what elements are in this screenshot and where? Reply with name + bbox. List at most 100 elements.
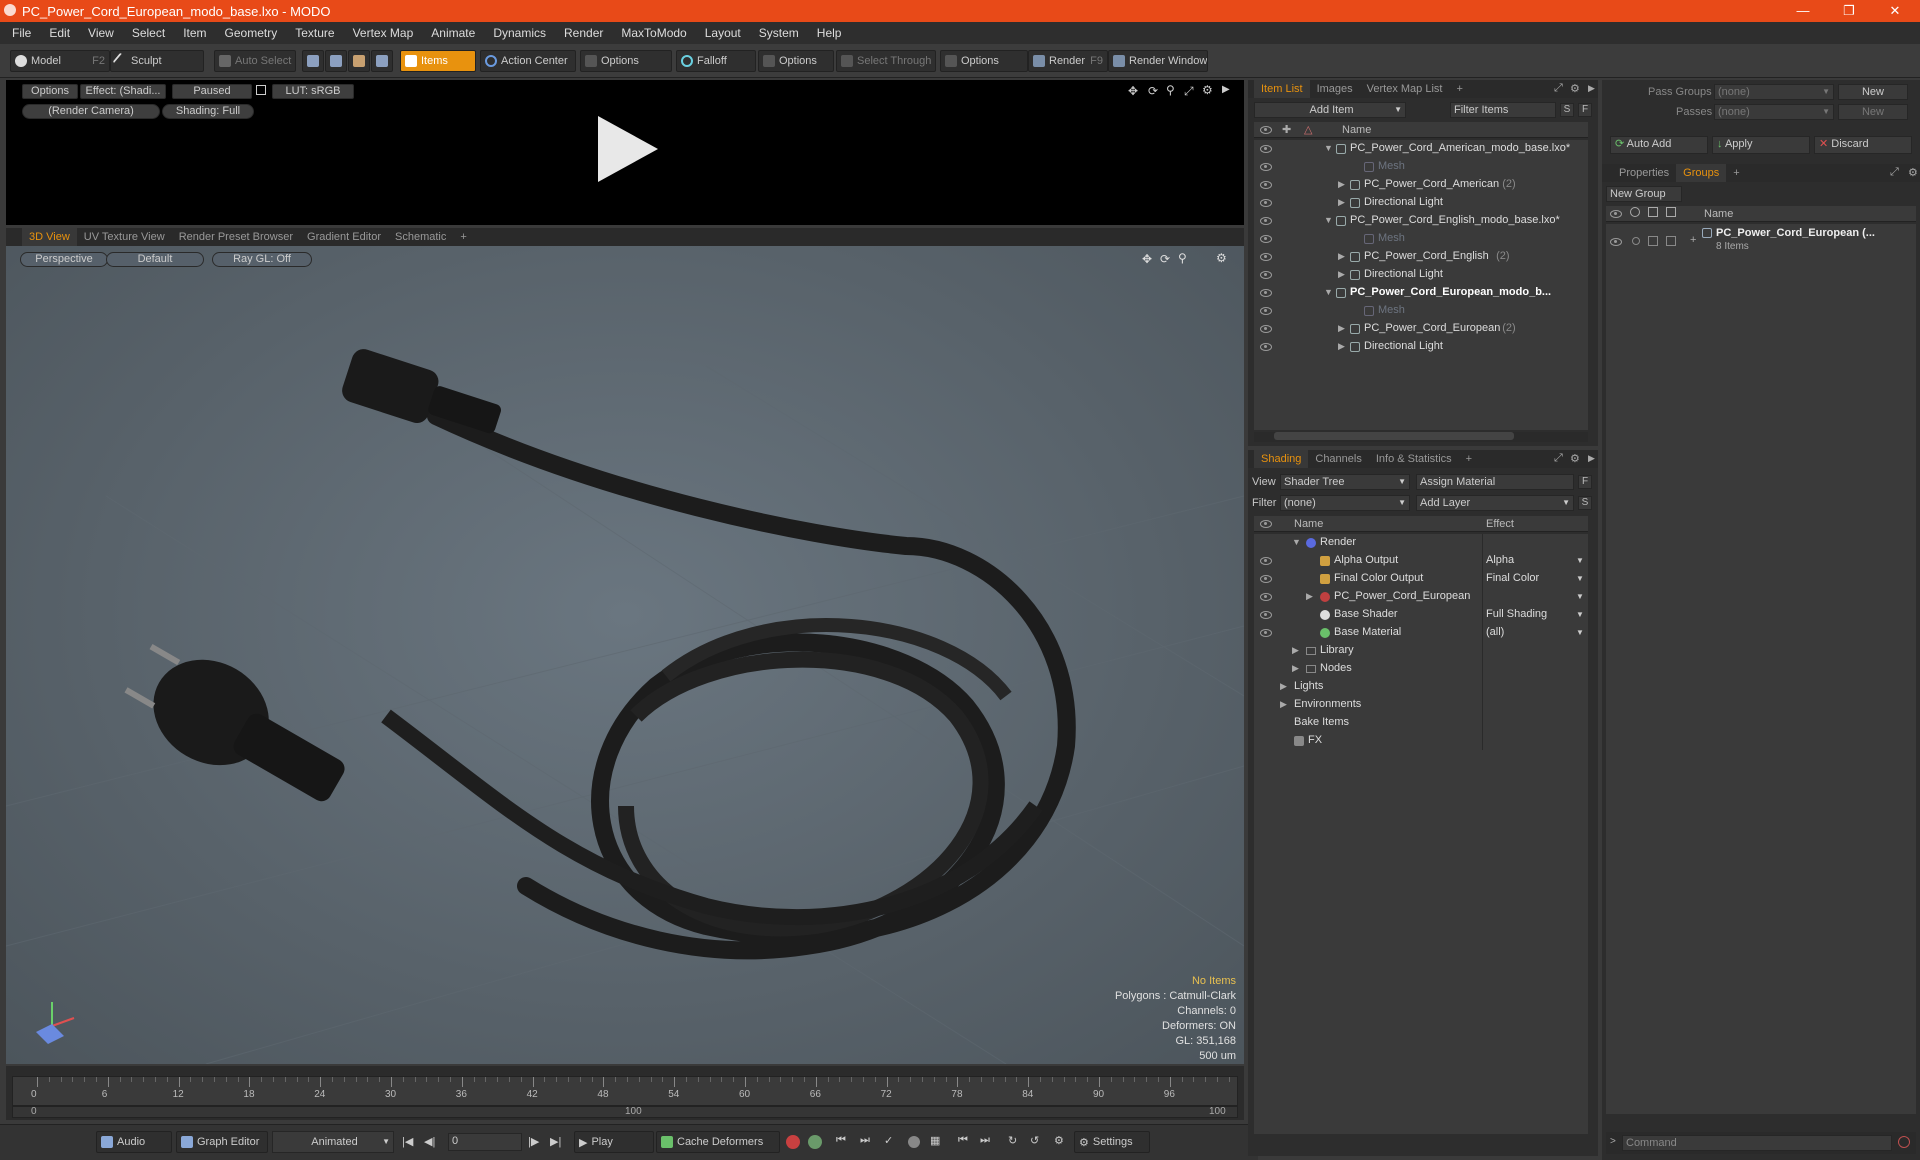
- key-next-icon[interactable]: ⏭: [980, 1134, 990, 1147]
- expand-arrow-icon[interactable]: ▶: [1292, 645, 1299, 656]
- item-list-row[interactable]: ▶ PC_Power_Cord_English (2): [1254, 248, 1588, 266]
- chevron-down-icon[interactable]: ▼: [1576, 628, 1584, 637]
- visibility-toggle-icon[interactable]: [1260, 271, 1272, 279]
- item-list-row[interactable]: ▶ PC_Power_Cord_European (2): [1254, 320, 1588, 338]
- menu-item[interactable]: Item: [174, 26, 215, 40]
- material-select-button[interactable]: [371, 50, 393, 72]
- collapse-arrow-icon[interactable]: ▼: [1292, 537, 1301, 547]
- expand-arrow-icon[interactable]: ▶: [1338, 197, 1345, 208]
- item-list-row[interactable]: ▼ PC_Power_Cord_American_modo_base.lxo*: [1254, 140, 1588, 158]
- tab-channels[interactable]: Channels: [1308, 450, 1368, 468]
- timeline-range-bar[interactable]: 0 100 100: [12, 1106, 1238, 1118]
- new-group-button[interactable]: New Group: [1606, 186, 1682, 202]
- collapse-arrow-icon[interactable]: ▼: [1324, 143, 1333, 153]
- filter-items-input[interactable]: Filter Items: [1450, 102, 1556, 118]
- visibility-toggle-icon[interactable]: [1260, 217, 1272, 225]
- close-icon[interactable]: ✕: [1872, 0, 1918, 22]
- render-window-button[interactable]: Render Window: [1108, 50, 1208, 72]
- filter-dropdown[interactable]: (none) ▼: [1280, 495, 1410, 511]
- sync-icon[interactable]: ↺: [1030, 1134, 1039, 1147]
- shader-tree-row[interactable]: FX: [1254, 732, 1588, 750]
- last-frame-icon[interactable]: ▶|: [550, 1135, 561, 1148]
- chevron-down-icon[interactable]: ▼: [1576, 574, 1584, 583]
- shader-tree-row[interactable]: Bake Items: [1254, 714, 1588, 732]
- vertex-select-button[interactable]: [302, 50, 324, 72]
- next-frame-icon[interactable]: |▶: [528, 1135, 539, 1148]
- restore-icon[interactable]: ❐: [1826, 0, 1872, 22]
- visibility-toggle-icon[interactable]: [1260, 629, 1272, 637]
- item-list-row[interactable]: ▶ Directional Light: [1254, 266, 1588, 284]
- item-list-row[interactable]: Mesh: [1254, 302, 1588, 320]
- preview-options-button[interactable]: Options: [22, 84, 78, 99]
- shader-tree-row[interactable]: ▶ Lights: [1254, 678, 1588, 696]
- s-button[interactable]: S: [1578, 496, 1592, 510]
- shader-tree-row[interactable]: Base Shader Full Shading ▼: [1254, 606, 1588, 624]
- add-tab-icon[interactable]: +: [453, 228, 473, 246]
- menu-geometry[interactable]: Geometry: [216, 26, 287, 40]
- menu-help[interactable]: Help: [808, 26, 851, 40]
- preview-effect-dropdown[interactable]: Effect: (Shadi...: [80, 84, 166, 99]
- key-filter-icon[interactable]: ▦: [930, 1134, 940, 1147]
- shader-tree-row[interactable]: ▼ Render: [1254, 534, 1588, 552]
- expand-plus-icon[interactable]: +: [1690, 234, 1696, 246]
- tab-properties[interactable]: Properties: [1612, 164, 1676, 182]
- graph-editor-button[interactable]: Graph Editor: [176, 1131, 268, 1153]
- shading-dropdown[interactable]: Shading: Full: [162, 104, 254, 119]
- expand-arrow-icon[interactable]: ▶: [1338, 251, 1345, 262]
- expand-arrow-icon[interactable]: ▶: [1338, 341, 1345, 352]
- edge-select-button[interactable]: [325, 50, 347, 72]
- zoom-view-icon[interactable]: ⚲: [1166, 83, 1175, 97]
- visibility-toggle-icon[interactable]: [1260, 593, 1272, 601]
- gear-icon[interactable]: ⚙: [1202, 83, 1213, 97]
- shader-tree-row[interactable]: Final Color Output Final Color ▼: [1254, 570, 1588, 588]
- cache-deformers-button[interactable]: Cache Deformers: [656, 1131, 780, 1153]
- menu-file[interactable]: File: [0, 26, 40, 40]
- visibility-toggle-icon[interactable]: [1260, 557, 1272, 565]
- auto-select-button[interactable]: Auto Select: [214, 50, 296, 72]
- visibility-toggle-icon[interactable]: [1260, 611, 1272, 619]
- frame-input[interactable]: 0: [448, 1133, 522, 1151]
- menu-system[interactable]: System: [750, 26, 808, 40]
- timeline[interactable]: 0 6 12 18 24 30 36 42 48 54 60 66 72 78 84 90 96 0 100 1…: [6, 1066, 1244, 1120]
- visibility-toggle-icon[interactable]: [1260, 289, 1272, 297]
- menu-dynamics[interactable]: Dynamics: [484, 26, 555, 40]
- visibility-toggle-icon[interactable]: [1260, 181, 1272, 189]
- new-pass-button[interactable]: New: [1838, 104, 1908, 120]
- expand-arrow-icon[interactable]: ▶: [1588, 83, 1595, 94]
- view-dropdown[interactable]: Shader Tree ▼: [1280, 474, 1410, 490]
- command-history-icon[interactable]: [1898, 1136, 1910, 1148]
- chevron-down-icon[interactable]: ▼: [1576, 592, 1584, 601]
- item-list-row[interactable]: ▶ Directional Light: [1254, 338, 1588, 356]
- add-layer-dropdown[interactable]: Add Layer ▼: [1416, 495, 1574, 511]
- item-list-scrollbar[interactable]: [1254, 432, 1588, 442]
- preview-paused-button[interactable]: Paused: [172, 84, 252, 99]
- command-input[interactable]: Command: [1622, 1135, 1892, 1151]
- sculpt-mode-button[interactable]: Sculpt: [110, 50, 204, 72]
- first-frame-icon[interactable]: |◀: [402, 1135, 413, 1148]
- menu-edit[interactable]: Edit: [40, 26, 79, 40]
- shader-tree-row[interactable]: ▶ Nodes: [1254, 660, 1588, 678]
- assign-material-dropdown[interactable]: Assign Material: [1416, 474, 1574, 490]
- menu-texture[interactable]: Texture: [286, 26, 343, 40]
- expand-arrow-icon[interactable]: ▶: [1280, 699, 1287, 710]
- animated-dropdown[interactable]: Animated ▼: [272, 1131, 394, 1153]
- expand-arrow-icon[interactable]: ▶: [1588, 453, 1595, 464]
- 3d-viewport[interactable]: Perspective Default Ray GL: Off ✥ ⟳ ⚲ ⚙ …: [6, 246, 1244, 1064]
- visibility-toggle-icon[interactable]: [1260, 343, 1272, 351]
- loop-icon[interactable]: ↻: [1008, 1134, 1017, 1147]
- lock-toggle-icon[interactable]: [1648, 236, 1658, 246]
- render-camera-dropdown[interactable]: (Render Camera): [22, 104, 160, 119]
- group-row[interactable]: + PC_Power_Cord_European (... 8 Items: [1606, 226, 1916, 258]
- falloff-options-button[interactable]: Options: [758, 50, 834, 72]
- gear-icon[interactable]: ⚙: [1908, 166, 1918, 179]
- items-mode-button[interactable]: Items: [400, 50, 476, 72]
- tab-gradient-editor[interactable]: Gradient Editor: [300, 228, 388, 246]
- menu-vertex-map[interactable]: Vertex Map: [344, 26, 423, 40]
- prev-key-icon[interactable]: ⏮: [836, 1134, 846, 1147]
- menu-select[interactable]: Select: [123, 26, 174, 40]
- tab-schematic[interactable]: Schematic: [388, 228, 453, 246]
- shader-tree-row[interactable]: ▶ Library: [1254, 642, 1588, 660]
- s-button[interactable]: S: [1560, 103, 1574, 117]
- polygon-select-button[interactable]: [348, 50, 370, 72]
- tab-3d-view[interactable]: 3D View: [22, 228, 77, 246]
